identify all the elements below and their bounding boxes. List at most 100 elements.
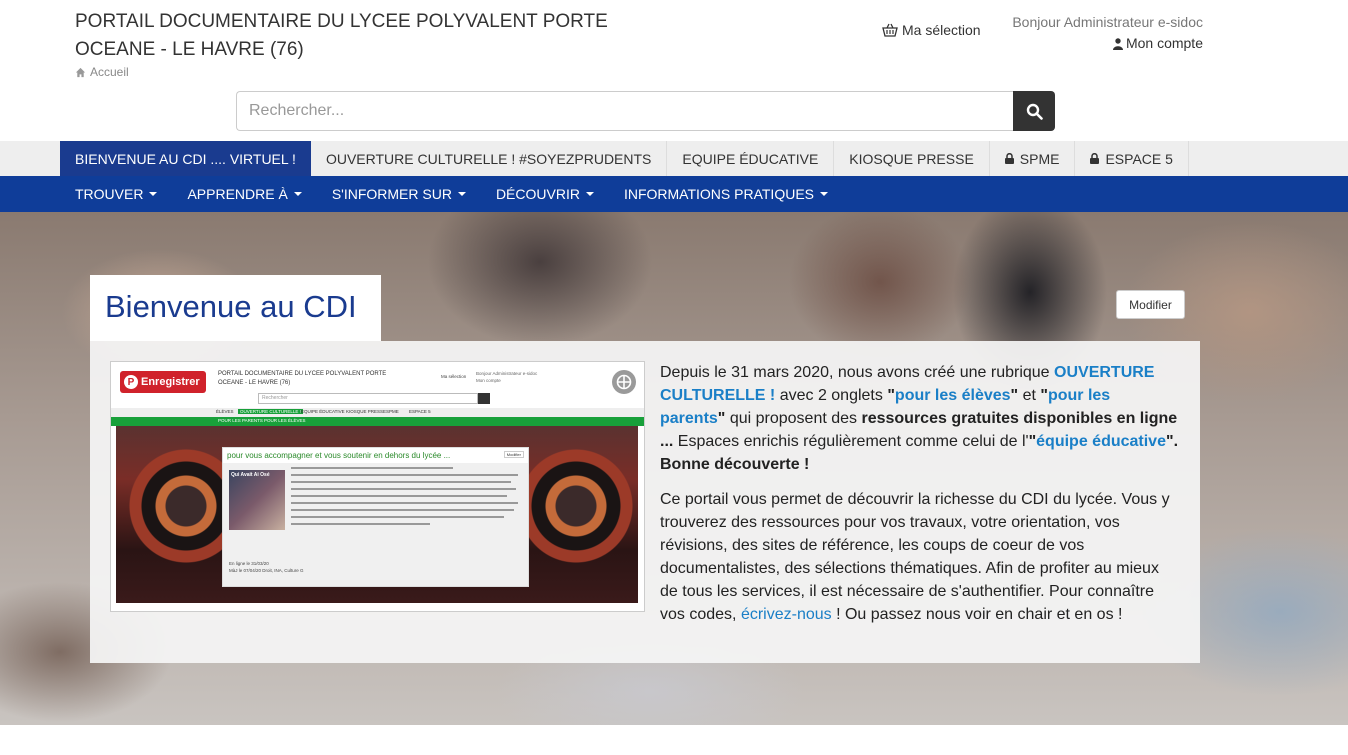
breadcrumb-home[interactable]: Accueil xyxy=(90,65,129,79)
nav-label: TROUVER xyxy=(75,186,144,202)
thumb-card-title: pour vous accompagner et vous soutenir e… xyxy=(227,451,451,460)
nav-decouvrir[interactable]: DÉCOUVRIR xyxy=(481,176,609,212)
link-equipe-educative[interactable]: équipe éducative xyxy=(1036,433,1166,450)
nav-label: INFORMATIONS PRATIQUES xyxy=(623,186,814,202)
caret-down-icon xyxy=(585,192,594,196)
thumb-selection: Ma sélection xyxy=(441,374,467,379)
breadcrumb[interactable]: Accueil xyxy=(75,65,129,79)
text: et xyxy=(1018,387,1041,404)
thumb-nav-item: POUR LES PARENTS xyxy=(218,418,263,423)
nav-apprendre[interactable]: APPRENDRE À xyxy=(172,176,316,212)
text: Depuis le 31 mars 2020, nous avons créé … xyxy=(660,364,1055,381)
portal-screenshot-image[interactable]: P Enregistrer PORTAIL DOCUMENTAIRE DU LY… xyxy=(110,361,645,612)
link-pour-les-eleves[interactable]: pour les élèves xyxy=(895,387,1011,404)
description-paragraph-1: Depuis le 31 mars 2020, nous avons créé … xyxy=(660,361,1180,476)
welcome-content: P Enregistrer PORTAIL DOCUMENTAIRE DU LY… xyxy=(90,341,1200,663)
text: " xyxy=(887,387,895,404)
caret-down-icon xyxy=(820,192,828,196)
user-block: Bonjour Administrateur e-sidoc Mon compt… xyxy=(1012,12,1203,56)
tab-label: SPME xyxy=(1019,150,1060,167)
main-navbar: TROUVER APPRENDRE À S'INFORMER SUR DÉCOU… xyxy=(0,176,1348,212)
tab-ouverture-culturelle[interactable]: OUVERTURE CULTURELLE ! #SOYEZPRUDENTS xyxy=(311,141,668,176)
selection-link[interactable]: Ma sélection xyxy=(882,22,981,38)
hero-title-box: Bienvenue au CDI xyxy=(90,275,381,341)
tab-espace-5[interactable]: ESPACE 5 xyxy=(1075,141,1189,176)
welcome-description: Depuis le 31 mars 2020, nous avons créé … xyxy=(660,361,1180,638)
nav-label: APPRENDRE À xyxy=(187,186,288,202)
edit-button[interactable]: Modifier xyxy=(1116,290,1185,319)
thumb-tab: ÉLÈVES xyxy=(216,409,234,414)
thumb-nav-item: POUR LES ÉLÈVES xyxy=(264,418,306,423)
pinterest-save-button[interactable]: P Enregistrer xyxy=(120,371,206,393)
link-ecrivez-nous[interactable]: écrivez-nous xyxy=(741,606,832,623)
tab-equipe-educative[interactable]: EQUIPE ÉDUCATIVE xyxy=(667,141,835,176)
nav-trouver[interactable]: TROUVER xyxy=(60,176,172,212)
nav-sinformer[interactable]: S'INFORMER SUR xyxy=(317,176,481,212)
tab-label: ESPACE 5 xyxy=(1105,150,1173,167)
thumb-card-image: Qui Avait Ai Osé xyxy=(229,470,285,530)
thumb-title: PORTAIL DOCUMENTAIRE DU LYCEE POLYVALENT… xyxy=(218,371,387,386)
tab-bienvenue[interactable]: BIENVENUE AU CDI .... VIRTUEL ! xyxy=(60,141,311,176)
thumb-online-date: En ligne le 31/03/20 xyxy=(229,561,269,566)
text: avec 2 onglets xyxy=(775,387,888,404)
nav-label: S'INFORMER SUR xyxy=(331,186,452,202)
thumb-tabs: ÉLÈVES OUVERTURE CULTURELLE ! EQUIPE ÉDU… xyxy=(111,408,644,417)
thumb-card-head: pour vous accompagner et vous soutenir e… xyxy=(223,448,528,463)
tab-list: BIENVENUE AU CDI .... VIRTUEL ! OUVERTUR… xyxy=(60,141,1189,176)
caret-down-icon xyxy=(293,192,302,196)
portal-title: PORTAIL DOCUMENTAIRE DU LYCEE POLYVALENT… xyxy=(75,11,608,60)
pin-label: Enregistrer xyxy=(141,376,200,388)
tab-label: KIOSQUE PRESSE xyxy=(849,150,974,167)
text: " xyxy=(1165,433,1174,450)
search-icon xyxy=(1026,103,1043,120)
nav-list: TROUVER APPRENDRE À S'INFORMER SUR DÉCOU… xyxy=(60,176,843,212)
thumb-tab: OUVERTURE CULTURELLE ! xyxy=(238,409,303,414)
account-label: Mon compte xyxy=(1125,35,1203,51)
lock-icon xyxy=(1090,153,1100,164)
thumb-greeting: Bonjour Administrateur e-sidoc xyxy=(476,371,538,376)
caret-down-icon xyxy=(149,192,158,196)
thumb-updated: MàJ le 07/04/20 Droit, INA, Culture G xyxy=(229,568,304,573)
thumb-card-footer: En ligne le 31/03/20 MàJ le 07/04/20 Dro… xyxy=(229,560,304,574)
pinterest-icon: P xyxy=(124,375,138,389)
text: qui proposent des xyxy=(725,410,862,427)
thumb-card-edit: Modifier xyxy=(503,451,524,458)
search-input[interactable] xyxy=(236,91,1013,131)
expand-icon xyxy=(616,374,632,390)
text: Espaces enrichis régulièrement comme cel… xyxy=(673,433,1029,450)
thumb-card-text xyxy=(291,467,523,530)
zoom-icon[interactable] xyxy=(612,370,636,394)
thumb-account: Mon compte xyxy=(476,378,501,383)
user-icon xyxy=(1112,37,1123,50)
thumb-tab: ESPACE 5 xyxy=(409,409,431,414)
nav-label: DÉCOUVRIR xyxy=(495,186,580,202)
thumb-image-label: Qui Avait Ai Osé xyxy=(231,472,270,478)
tab-label: BIENVENUE AU CDI .... VIRTUEL ! xyxy=(75,150,296,167)
tab-label: OUVERTURE CULTURELLE ! #SOYEZPRUDENTS xyxy=(325,150,652,167)
thumb-tab: SPME xyxy=(386,409,399,414)
tab-spme[interactable]: SPME xyxy=(990,141,1076,176)
hero-banner: Bienvenue au CDI Modifier P Enregistrer … xyxy=(0,212,1348,725)
lock-icon xyxy=(1004,153,1014,164)
home-icon xyxy=(75,67,86,77)
basket-icon xyxy=(882,23,898,37)
thumb-tab: KIOSQUE PRESSE xyxy=(346,409,387,414)
search-button[interactable] xyxy=(1013,91,1055,131)
thumb-tab: EQUIPE ÉDUCATIVE xyxy=(301,409,345,414)
thumb-user: Bonjour Administrateur e-sidoc Mon compte xyxy=(476,370,537,384)
text: " xyxy=(1040,387,1048,404)
text: ! Ou passez nous voir en chair et en os … xyxy=(831,606,1123,623)
text: Ce portail vous permet de découvrir la r… xyxy=(660,491,1170,623)
tab-kiosque-presse[interactable]: KIOSQUE PRESSE xyxy=(834,141,990,176)
thumb-search: Rechercher xyxy=(258,393,478,404)
account-link[interactable]: Mon compte xyxy=(1112,33,1203,54)
nav-infos-pratiques[interactable]: INFORMATIONS PRATIQUES xyxy=(609,176,843,212)
tabs-bar: BIENVENUE AU CDI .... VIRTUEL ! OUVERTUR… xyxy=(0,141,1348,176)
caret-down-icon xyxy=(457,192,466,196)
thumb-card: pour vous accompagner et vous soutenir e… xyxy=(222,447,529,587)
page-title: Bienvenue au CDI xyxy=(105,289,357,324)
thumb-search-button xyxy=(478,393,490,404)
tab-label: EQUIPE ÉDUCATIVE xyxy=(682,150,819,167)
thumb-nav: POUR LES PARENTS POUR LES ÉLÈVES xyxy=(111,417,644,426)
description-paragraph-2: Ce portail vous permet de découvrir la r… xyxy=(660,488,1180,626)
